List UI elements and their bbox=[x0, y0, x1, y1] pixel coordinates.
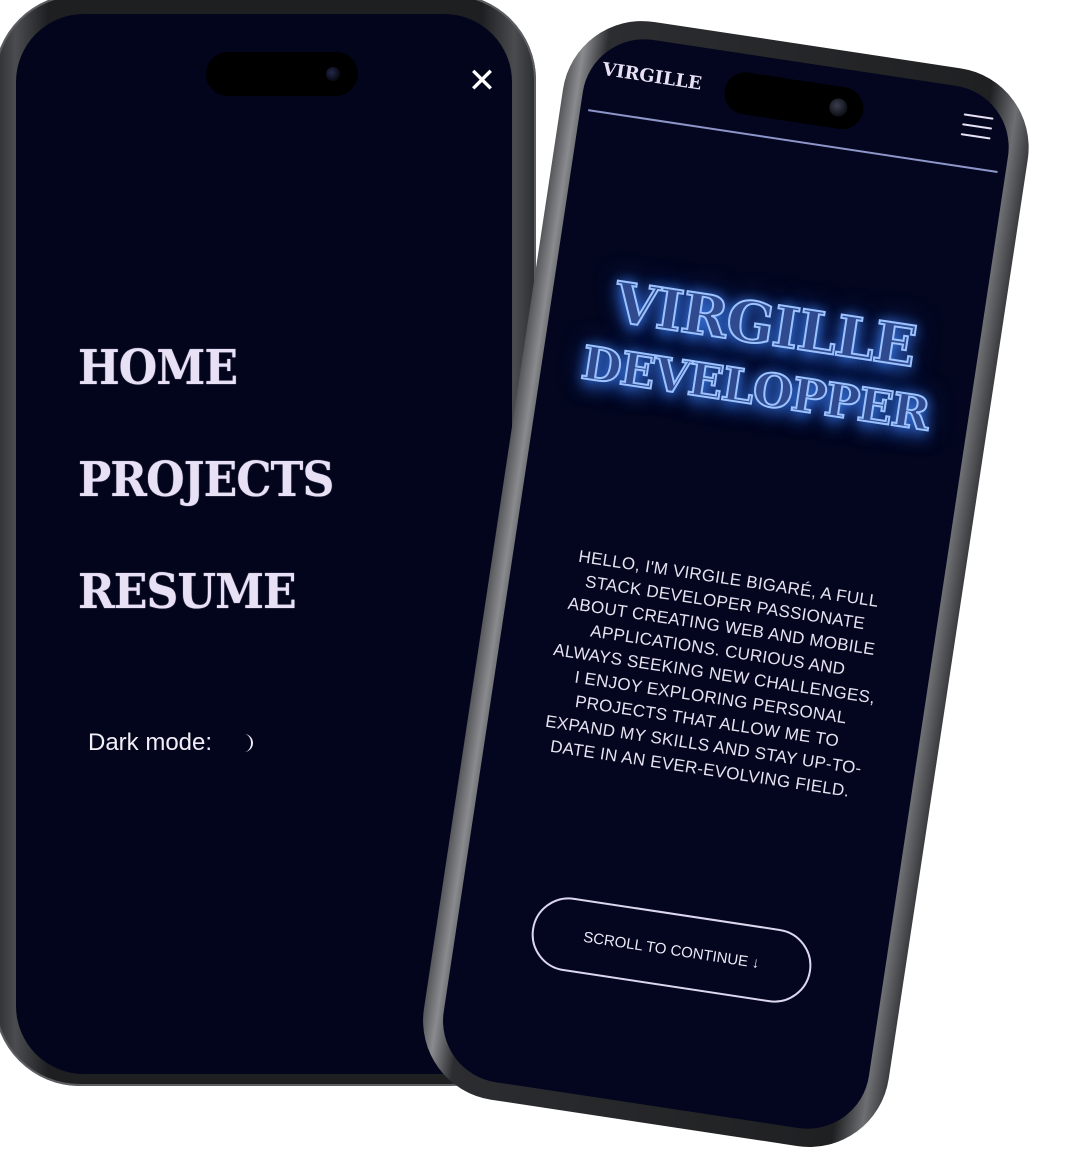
brand-logo[interactable]: VIRGILLE bbox=[601, 59, 703, 95]
camera-icon bbox=[326, 67, 340, 81]
moon-icon[interactable] bbox=[240, 733, 256, 753]
dark-mode-row: Dark mode: bbox=[88, 726, 256, 760]
intro-paragraph: HELLO, I'M VIRGILE BIGARÉ, A FULL STACK … bbox=[544, 546, 880, 801]
dark-mode-label: Dark mode: bbox=[88, 729, 213, 756]
hamburger-icon[interactable] bbox=[960, 113, 994, 140]
camera-icon bbox=[828, 97, 849, 118]
dynamic-island bbox=[206, 52, 358, 96]
nav-item-resume[interactable]: RESUME bbox=[78, 564, 297, 620]
nav-item-home[interactable]: HOME bbox=[78, 340, 238, 396]
dynamic-island bbox=[721, 69, 867, 132]
nav-item-projects[interactable]: PROJECTS bbox=[78, 452, 334, 508]
scroll-to-continue-button[interactable]: SCROLL TO CONTINUE ↓ bbox=[526, 892, 817, 1008]
close-icon[interactable]: ✕ bbox=[465, 64, 499, 98]
